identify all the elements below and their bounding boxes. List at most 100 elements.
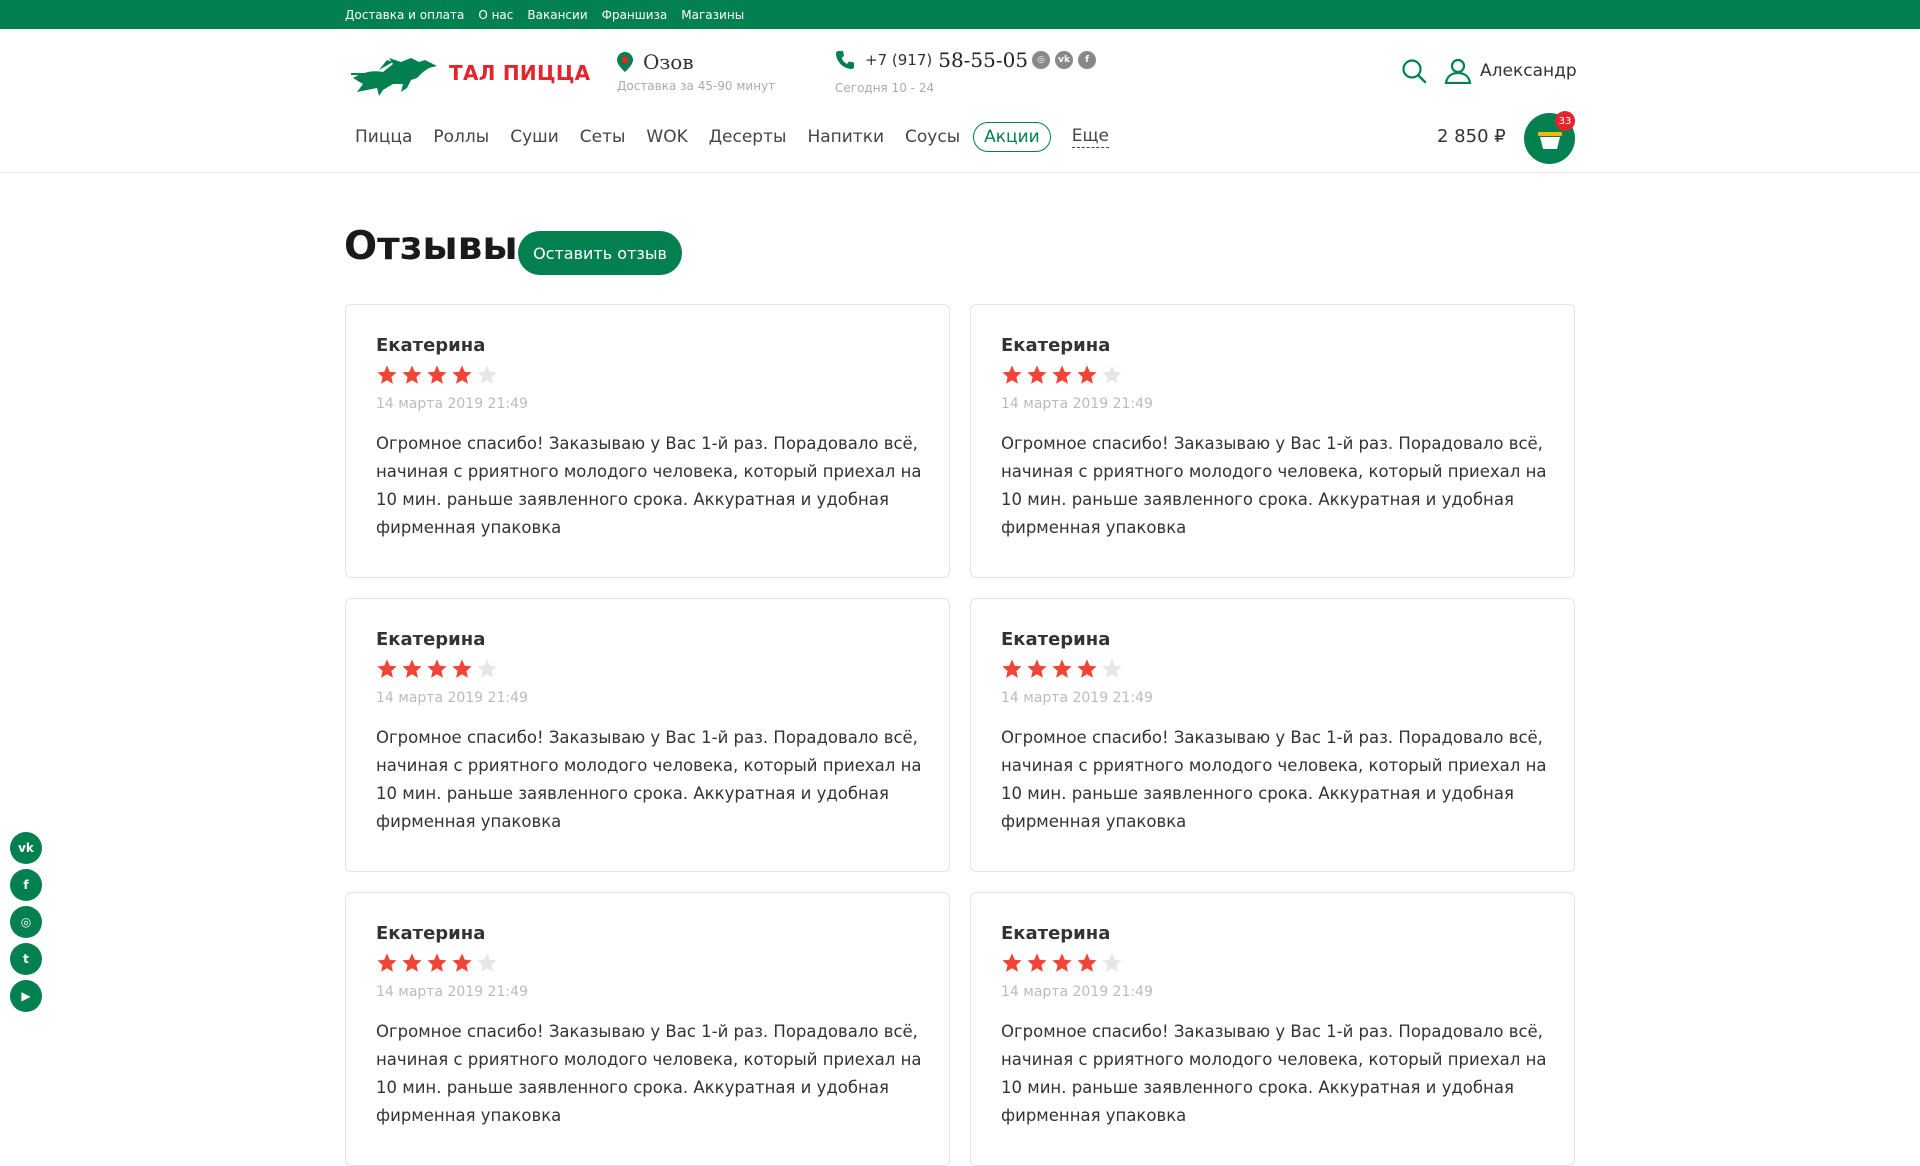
star-filled-icon (452, 365, 472, 384)
star-empty-icon (1102, 365, 1122, 384)
facebook-icon[interactable]: f (10, 869, 42, 901)
search-icon (1402, 59, 1427, 84)
nav-item-pizza[interactable]: Пицца (355, 127, 412, 147)
review-text: Огромное спасибо! Заказываю у Вас 1-й ра… (1001, 728, 1547, 831)
logo-text: ТАЛ ПИЦЦА (449, 61, 591, 85)
star-filled-icon (427, 953, 447, 972)
review-card: Екатерина 14 марта 2019 21:49 Огромное спа… (970, 892, 1575, 1166)
star-filled-icon (452, 659, 472, 678)
delivery-time: Доставка за 45-90 минут (617, 79, 776, 93)
rating-stars (376, 364, 919, 386)
vk-icon[interactable]: vk (10, 832, 42, 864)
user-account[interactable]: Александр (1444, 58, 1577, 84)
star-filled-icon (1077, 365, 1097, 384)
vk-icon[interactable]: vk (1055, 51, 1074, 69)
rating-stars (376, 952, 919, 974)
star-filled-icon (1027, 953, 1047, 972)
basket-icon (1537, 131, 1562, 149)
reviews-grid: Екатерина 14 марта 2019 21:49 Огромное спа… (345, 304, 1575, 1166)
rating-stars (1001, 364, 1544, 386)
location-pin-icon (617, 52, 633, 72)
star-filled-icon (402, 365, 422, 384)
star-filled-icon (1052, 953, 1072, 972)
rating-stars (1001, 952, 1544, 974)
review-date: 14 марта 2019 21:49 (376, 984, 528, 1000)
youtube-icon[interactable]: ▶ (10, 980, 42, 1012)
nav-item-sauces[interactable]: Соусы (905, 127, 960, 147)
review-card: Екатерина 14 марта 2019 21:49 Огромное спа… (345, 304, 950, 578)
nav-item-sushi[interactable]: Суши (510, 127, 559, 147)
main-nav: Пицца Роллы Суши Сеты WOK Десерты Напитк… (355, 122, 1130, 152)
phone-icon (836, 51, 854, 69)
foursquare-icon[interactable]: f (1078, 51, 1097, 69)
review-date: 14 марта 2019 21:49 (1001, 984, 1153, 1000)
user-name: Александр (1480, 61, 1577, 81)
search-button[interactable] (1401, 58, 1427, 84)
star-filled-icon (427, 365, 447, 384)
instagram-icon[interactable]: ◎ (1032, 51, 1051, 69)
phone-number[interactable]: 58-55-05 (938, 48, 1028, 72)
link-about[interactable]: О нас (478, 8, 513, 22)
star-filled-icon (1077, 953, 1097, 972)
review-card: Екатерина 14 марта 2019 21:49 Огромное спа… (345, 598, 950, 872)
star-filled-icon (377, 365, 397, 384)
review-text: Огромное спасибо! Заказываю у Вас 1-й ра… (376, 728, 922, 831)
nav-item-promo[interactable]: Акции (973, 122, 1051, 152)
star-filled-icon (1002, 659, 1022, 678)
social-sidebar: vk f ◎ t ▶ (10, 832, 42, 1012)
star-filled-icon (1027, 659, 1047, 678)
link-delivery[interactable]: Доставка и оплата (345, 8, 464, 22)
review-card: Екатерина 14 марта 2019 21:49 Огромное спа… (345, 892, 950, 1166)
nav-item-rolls[interactable]: Роллы (433, 127, 489, 147)
logo[interactable]: ТАЛ ПИЦЦА (349, 48, 590, 98)
star-filled-icon (1027, 365, 1047, 384)
review-date: 14 марта 2019 21:49 (1001, 396, 1153, 412)
instagram-icon[interactable]: ◎ (10, 906, 42, 938)
nav-item-desserts[interactable]: Десерты (709, 127, 787, 147)
page-title: Отзывы (344, 224, 518, 269)
star-filled-icon (1077, 659, 1097, 678)
star-empty-icon (477, 365, 497, 384)
top-links: Доставка и оплата О нас Вакансии Франшиз… (345, 0, 744, 29)
nav-item-drinks[interactable]: Напитки (807, 127, 884, 147)
nav-item-wok[interactable]: WOK (646, 127, 687, 147)
leave-review-button[interactable]: Оставить отзыв (518, 231, 682, 275)
star-filled-icon (1052, 659, 1072, 678)
review-date: 14 марта 2019 21:49 (1001, 690, 1153, 706)
star-empty-icon (1102, 659, 1122, 678)
star-filled-icon (1052, 365, 1072, 384)
star-empty-icon (477, 659, 497, 678)
review-author: Екатерина (376, 923, 486, 944)
review-date: 14 марта 2019 21:49 (376, 396, 528, 412)
cart-total[interactable]: 2 850 ₽ (1437, 126, 1506, 147)
link-franchise[interactable]: Франшиза (602, 8, 668, 22)
review-author: Екатерина (1001, 335, 1111, 356)
review-text: Огромное спасибо! Заказываю у Вас 1-й ра… (376, 434, 922, 537)
rating-stars (376, 658, 919, 680)
city-name: Озов (643, 50, 694, 74)
review-text: Огромное спасибо! Заказываю у Вас 1-й ра… (1001, 434, 1547, 537)
review-author: Екатерина (376, 335, 486, 356)
top-bar: Доставка и оплата О нас Вакансии Франшиз… (0, 0, 1920, 29)
review-author: Екатерина (1001, 923, 1111, 944)
review-text: Огромное спасибо! Заказываю у Вас 1-й ра… (376, 1022, 922, 1125)
star-filled-icon (377, 953, 397, 972)
link-vacancies[interactable]: Вакансии (527, 8, 587, 22)
working-hours: Сегодня 10 - 24 (835, 81, 935, 95)
user-icon (1444, 58, 1472, 84)
city-selector[interactable]: Озов Доставка за 45-90 минут (617, 50, 775, 93)
star-empty-icon (477, 953, 497, 972)
twitter-icon[interactable]: t (10, 943, 42, 975)
horse-logo-icon (351, 58, 437, 96)
star-empty-icon (1102, 953, 1122, 972)
review-date: 14 марта 2019 21:49 (376, 690, 528, 706)
star-filled-icon (377, 659, 397, 678)
review-author: Екатерина (376, 629, 486, 650)
review-text: Огромное спасибо! Заказываю у Вас 1-й ра… (1001, 1022, 1547, 1125)
star-filled-icon (1002, 953, 1022, 972)
rating-stars (1001, 658, 1544, 680)
nav-item-more[interactable]: Еще (1071, 126, 1109, 148)
nav-item-sets[interactable]: Сеты (580, 127, 626, 147)
star-filled-icon (402, 953, 422, 972)
link-stores[interactable]: Магазины (681, 8, 744, 22)
